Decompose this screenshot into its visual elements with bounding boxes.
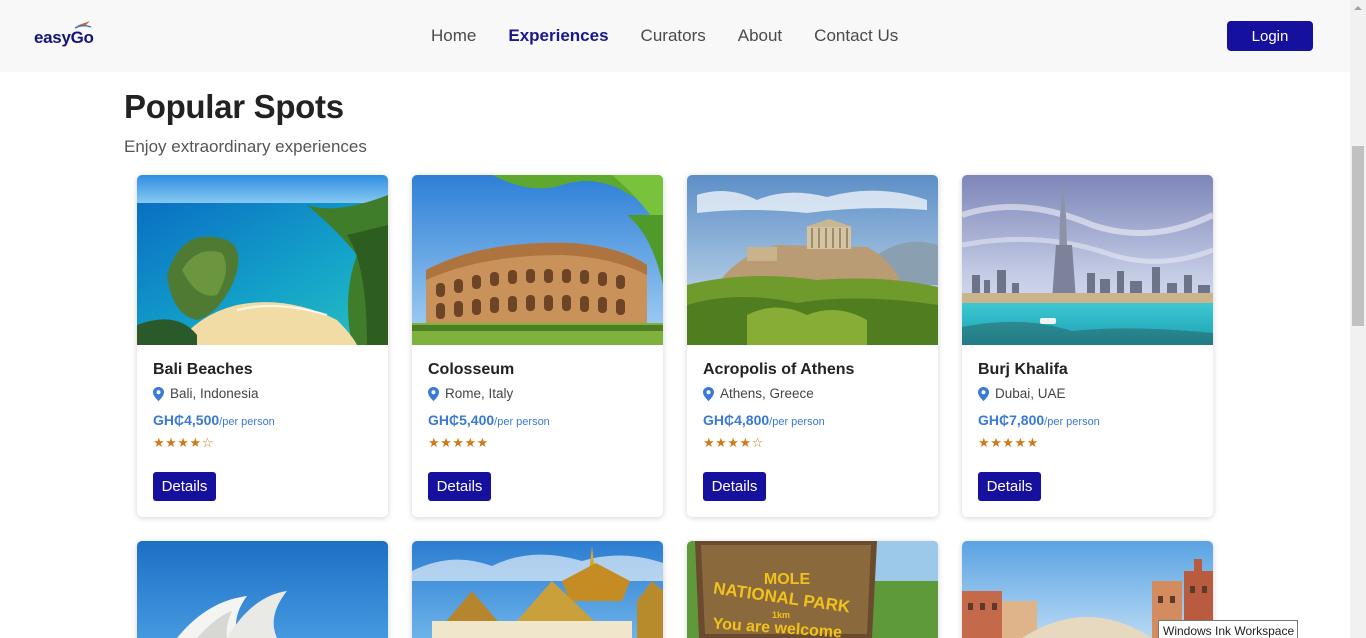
- nav-home[interactable]: Home: [431, 26, 476, 46]
- spot-image: [962, 175, 1213, 345]
- star-rating: ★★★★☆: [153, 435, 214, 450]
- price-value: GH₵7,800: [978, 412, 1045, 428]
- star-rating: ★★★★☆: [703, 435, 764, 450]
- spot-name: Burj Khalifa: [978, 361, 1068, 378]
- spot-name: Colosseum: [428, 361, 515, 378]
- details-button[interactable]: Details: [978, 472, 1041, 501]
- spot-price: GH₵5,400/per person: [428, 412, 550, 430]
- navbar: easyGo Home Experiences Curators About C…: [0, 0, 1350, 72]
- spot-card-image: [137, 541, 388, 638]
- spot-name: Acropolis of Athens: [703, 361, 855, 378]
- spot-card: Burj Khalifa Dubai, UAE GH₵7,800/per per…: [962, 175, 1213, 517]
- map-pin-icon: [153, 386, 164, 401]
- spot-location-text: Athens, Greece: [720, 386, 814, 401]
- spot-card: Acropolis of Athens Athens, Greece GH₵4,…: [687, 175, 938, 517]
- details-button[interactable]: Details: [703, 472, 766, 501]
- page: easyGo Home Experiences Curators About C…: [0, 0, 1366, 638]
- page-subtitle: Enjoy extraordinary experiences: [124, 137, 367, 156]
- brand-logo[interactable]: easyGo: [34, 21, 96, 52]
- spot-location-text: Rome, Italy: [445, 386, 514, 401]
- price-unit: /per person: [1044, 416, 1100, 428]
- price-unit: /per person: [769, 416, 825, 428]
- spot-location: Bali, Indonesia: [153, 386, 259, 401]
- spot-card-image: MOLE NATIONAL PARK 1km You are welcome: [687, 541, 938, 638]
- spot-location: Rome, Italy: [428, 386, 513, 401]
- price-value: GH₵4,800: [703, 412, 770, 428]
- spot-location-text: Bali, Indonesia: [170, 386, 259, 401]
- spot-location-text: Dubai, UAE: [995, 386, 1066, 401]
- spot-location: Athens, Greece: [703, 386, 814, 401]
- price-value: GH₵4,500: [153, 412, 220, 428]
- spot-image: [412, 175, 663, 345]
- brand-name: easyGo: [34, 28, 94, 47]
- nav-contact-us[interactable]: Contact Us: [814, 26, 898, 46]
- details-button[interactable]: Details: [428, 472, 491, 501]
- spot-price: GH₵4,800/per person: [703, 412, 825, 430]
- system-tooltip: Windows Ink Workspace: [1158, 620, 1298, 638]
- sign-arrow-distance: 1km: [772, 610, 790, 620]
- spot-location: Dubai, UAE: [978, 386, 1066, 401]
- plane-icon: [74, 21, 92, 29]
- details-button[interactable]: Details: [153, 472, 216, 501]
- spot-price: GH₵4,500/per person: [153, 412, 275, 430]
- price-value: GH₵5,400: [428, 412, 495, 428]
- main-nav: Home Experiences Curators About Contact …: [431, 25, 930, 47]
- price-unit: /per person: [494, 416, 550, 428]
- page-title: Popular Spots: [124, 88, 344, 125]
- spot-image: [137, 175, 388, 345]
- spot-name: Bali Beaches: [153, 361, 253, 378]
- map-pin-icon: [428, 386, 439, 401]
- spot-image: [687, 175, 938, 345]
- nav-curators[interactable]: Curators: [641, 26, 706, 46]
- nav-experiences[interactable]: Experiences: [508, 26, 608, 46]
- price-unit: /per person: [219, 416, 275, 428]
- spot-price: GH₵7,800/per person: [978, 412, 1100, 430]
- star-rating: ★★★★★: [978, 435, 1039, 450]
- vertical-scrollbar[interactable]: [1350, 0, 1366, 638]
- star-rating: ★★★★★: [428, 435, 489, 450]
- spot-card: Bali Beaches Bali, Indonesia GH₵4,500/pe…: [137, 175, 388, 517]
- spot-card-image: [412, 541, 663, 638]
- nav-about[interactable]: About: [738, 26, 782, 46]
- map-pin-icon: [978, 386, 989, 401]
- spot-card: Colosseum Rome, Italy GH₵5,400/per perso…: [412, 175, 663, 517]
- login-button[interactable]: Login: [1227, 21, 1313, 51]
- map-pin-icon: [703, 386, 714, 401]
- scrollbar-thumb[interactable]: [1352, 146, 1364, 326]
- scroll-up-arrow-icon[interactable]: [1350, 0, 1366, 16]
